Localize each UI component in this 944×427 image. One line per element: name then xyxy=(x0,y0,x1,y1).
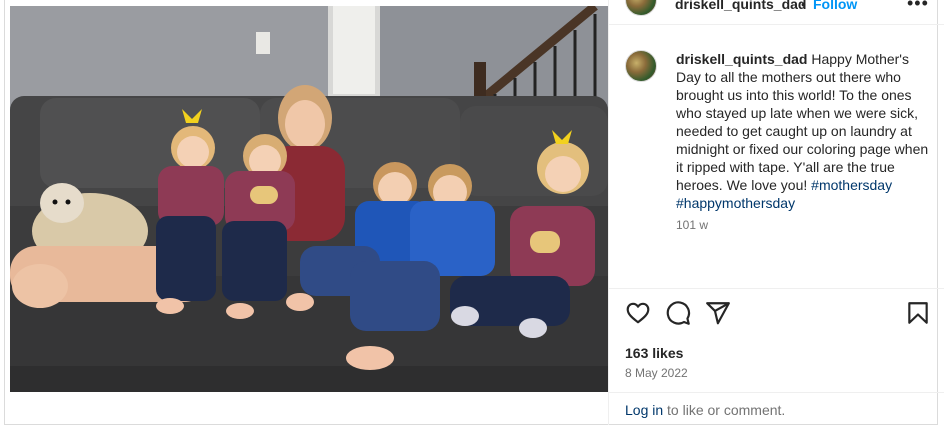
login-prompt-text: to like or comment. xyxy=(663,402,786,418)
post-frame: driskell_quints_dad • Follow ••• driskel… xyxy=(4,0,944,425)
header-divider xyxy=(609,24,944,25)
action-bar xyxy=(609,300,944,332)
footer-divider xyxy=(609,392,944,393)
comment-icon[interactable] xyxy=(665,300,691,326)
post-date: 8 May 2022 xyxy=(625,366,688,380)
caption-username[interactable]: driskell_quints_dad xyxy=(676,51,807,67)
caption-body: Happy Mother's Day to all the mothers ou… xyxy=(676,51,929,193)
heart-icon[interactable] xyxy=(625,300,651,326)
login-link[interactable]: Log in xyxy=(625,402,663,418)
post-sidebar: driskell_quints_dad • Follow ••• driskel… xyxy=(608,0,944,425)
post-photo[interactable] xyxy=(10,6,608,392)
caption-text: driskell_quints_dad Happy Mother's Day t… xyxy=(676,50,936,212)
caption-avatar[interactable] xyxy=(625,50,657,82)
header-avatar[interactable] xyxy=(625,0,657,16)
caption-divider xyxy=(609,288,944,289)
post-header: driskell_quints_dad • Follow ••• xyxy=(609,0,944,18)
follow-button[interactable]: Follow xyxy=(813,0,857,12)
family-photo-illustration xyxy=(10,6,608,392)
login-prompt: Log in to like or comment. xyxy=(625,402,785,418)
more-options-icon[interactable]: ••• xyxy=(907,0,929,14)
header-separator: • xyxy=(801,0,806,12)
post-age: 101 w xyxy=(676,218,709,232)
bookmark-icon[interactable] xyxy=(905,300,931,326)
header-username[interactable]: driskell_quints_dad xyxy=(675,0,806,12)
hashtag-mothersday[interactable]: #mothersday xyxy=(811,177,892,193)
like-count[interactable]: 163 likes xyxy=(625,345,683,361)
hashtag-happymothersday[interactable]: #happymothersday xyxy=(676,195,795,211)
share-icon[interactable] xyxy=(705,300,731,326)
